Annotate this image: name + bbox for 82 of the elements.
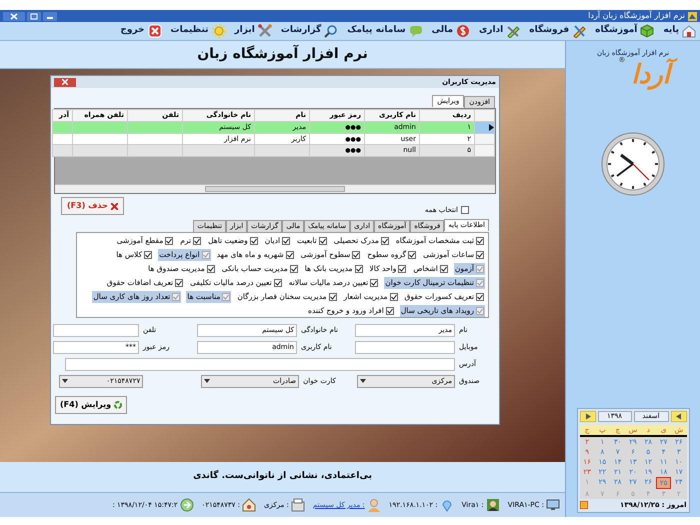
coin-icon [456, 24, 470, 38]
edit-button[interactable]: ویرایش (F4) [55, 396, 128, 414]
checkmark-icon [208, 266, 214, 272]
menu-item[interactable]: خروج [120, 24, 162, 38]
clock-icon [180, 498, 194, 512]
checkmark-icon [356, 266, 362, 272]
checkmark-icon [477, 252, 483, 258]
fax-icon [290, 498, 305, 512]
pencil-icon [506, 24, 520, 38]
checkmark-icon [477, 294, 483, 300]
checkmark-icon [330, 294, 336, 300]
horizontal-scrollbar[interactable] [55, 184, 495, 193]
input-field[interactable] [355, 340, 455, 354]
caret-icon [360, 379, 366, 383]
checkmark-icon [202, 252, 209, 258]
checkmark-icon [223, 294, 230, 300]
recycle-icon [114, 400, 122, 408]
checkmark-icon [176, 280, 182, 286]
row-pointer-icon [489, 124, 494, 131]
menu-item[interactable]: آموزشگاه [595, 24, 654, 38]
next-arrow-icon [670, 411, 686, 422]
checkmark-icon [194, 238, 200, 244]
delete-button[interactable]: حذف (F3) [61, 197, 124, 215]
menu-item[interactable]: تنظیمات [170, 24, 226, 38]
checkmark-icon [353, 252, 360, 258]
checkmark-icon [274, 280, 281, 286]
checkmark-icon [173, 294, 180, 300]
house-icon [682, 24, 696, 38]
checkmark-icon [477, 266, 483, 272]
calendar-icon [580, 500, 588, 509]
caret-icon [204, 379, 210, 383]
checkmark-icon [386, 308, 393, 314]
checkmark-icon [145, 252, 152, 258]
checkmark-icon [371, 280, 378, 286]
person-icon [486, 498, 500, 512]
close-icon [3, 12, 25, 20]
close-icon [110, 202, 118, 210]
close-icon [148, 24, 162, 38]
clock-drawing [601, 132, 665, 196]
close-button[interactable] [54, 78, 76, 86]
chat-icon [408, 24, 423, 38]
cube-icon [640, 24, 654, 38]
checkmark-icon [290, 266, 297, 272]
window-title: نرم افزار آموزشگاه زبان آردا [588, 10, 685, 22]
checkmark-icon [283, 238, 290, 244]
checkmark-icon [382, 238, 388, 244]
gear-icon [212, 24, 226, 38]
checkmark-icon [440, 266, 447, 272]
menu-item[interactable]: اداری [479, 24, 520, 38]
checkmark-icon [409, 252, 416, 258]
menu-item[interactable]: سامانه پیامک [347, 24, 423, 38]
caret-icon [62, 379, 68, 383]
minimize-icon [43, 12, 57, 20]
select-all-checkbox[interactable] [461, 206, 469, 214]
input-field[interactable] [53, 324, 139, 336]
checkmark-icon [477, 280, 483, 286]
house-icon [242, 498, 256, 512]
restore-icon [27, 12, 41, 20]
person-icon [366, 498, 381, 512]
checkmark-icon [320, 238, 326, 244]
close-icon [62, 79, 68, 85]
checkmark-icon [477, 308, 483, 314]
app-header-title: نرم افزار آموزشگاه زبان [197, 44, 368, 64]
input-field[interactable] [65, 358, 455, 370]
monitor-icon [546, 498, 560, 512]
checkmark-icon [477, 238, 483, 244]
menu-item[interactable]: پایه [663, 24, 696, 38]
checkmark-icon [390, 294, 396, 300]
map-pin-icon [440, 498, 454, 512]
menu-item[interactable]: ابزار [234, 24, 272, 38]
checkmark-icon [166, 238, 172, 244]
checkmark-icon [250, 238, 257, 244]
scrollbar-thumb[interactable] [205, 186, 345, 192]
checkmark-icon [399, 266, 406, 272]
checkmark-icon [286, 252, 293, 258]
quote-text: بی‌اعتمادی، نشانی از ناتوانی‌ست. گاندی [193, 470, 372, 484]
menu-item[interactable]: گزارشات [280, 24, 338, 38]
pencil-icon [572, 24, 586, 38]
menu-item[interactable]: فروشگاه [529, 24, 586, 38]
tools-icon [258, 24, 272, 38]
prev-arrow-icon [580, 411, 596, 422]
menu-item[interactable]: مالی [432, 24, 470, 38]
